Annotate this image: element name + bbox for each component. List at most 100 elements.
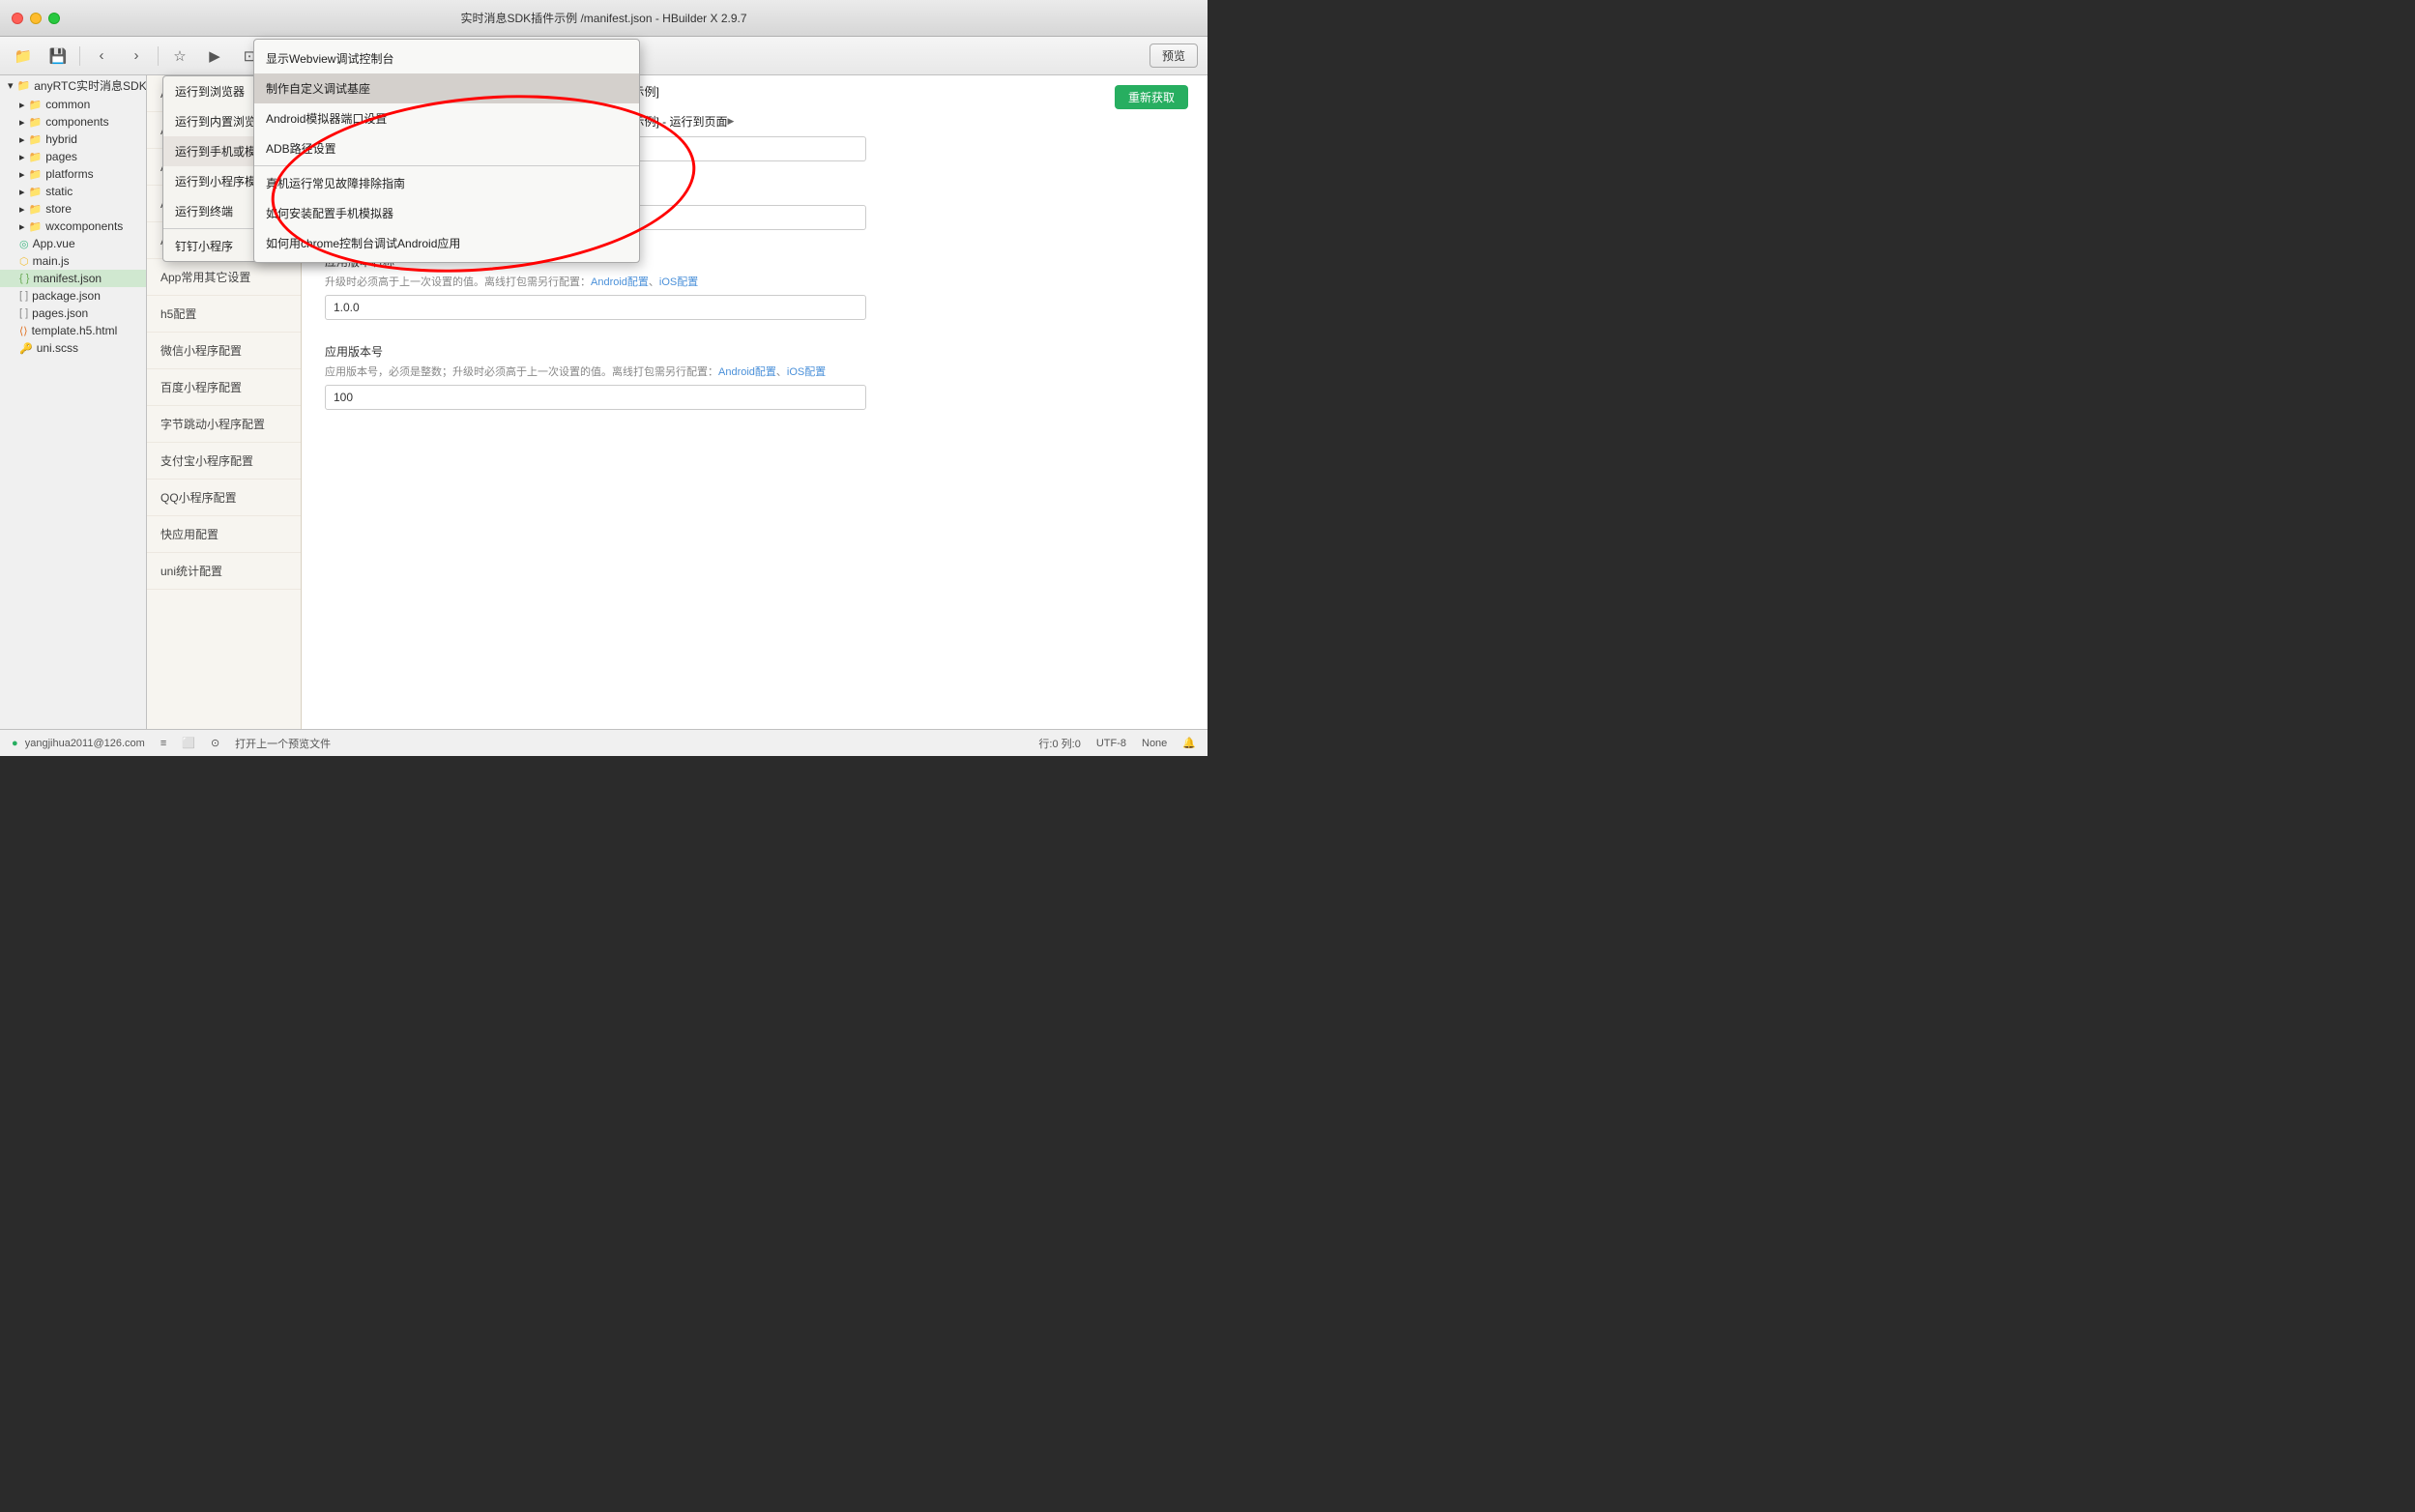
chevron-down-icon: ▾: [8, 79, 14, 92]
settings-btn[interactable]: ⊡: [236, 43, 263, 70]
maximize-button[interactable]: [48, 13, 60, 24]
sidebar-item-common[interactable]: ▸ 📁 common: [0, 96, 146, 113]
preview-button[interactable]: 预览: [1149, 44, 1198, 68]
sidebar-label-wxcomponents: wxcomponents: [45, 219, 123, 233]
config-nav-label-app-permission: App权限配置: [160, 197, 227, 211]
status-icon-2: ⬜: [182, 737, 195, 749]
status-icon-3: ⊙: [211, 737, 219, 749]
folder-icon-static: 📁: [29, 186, 43, 198]
app-version-name-label: 应用版本名称: [325, 253, 1184, 270]
config-nav-bytedance[interactable]: 字节跳动小程序配置: [147, 406, 301, 443]
config-nav-app-native-plugin[interactable]: App原生插件配置: [147, 222, 301, 259]
sidebar-label-pages: pages: [45, 150, 77, 163]
config-nav-app-launch[interactable]: App启动界面配置: [147, 112, 301, 149]
sidebar-item-package-json[interactable]: [ ] package.json: [0, 287, 146, 305]
minimize-button[interactable]: [30, 13, 42, 24]
config-nav-app-permission[interactable]: App权限配置: [147, 186, 301, 222]
toolbar: 📁 💾 ‹ › ☆ ▶ ⊡ 预览: [0, 37, 1208, 75]
app-version-input[interactable]: [325, 385, 866, 410]
back-btn[interactable]: ‹: [88, 43, 115, 70]
sidebar-label-common: common: [45, 98, 90, 111]
sidebar-label-components: components: [45, 115, 108, 129]
run-btn[interactable]: ▶: [201, 43, 228, 70]
status-user: ● yangjihua2011@126.com: [12, 738, 145, 749]
file-icon-pages: [ ]: [19, 307, 28, 319]
sidebar-label-platforms: platforms: [45, 167, 93, 181]
app-version-name-input[interactable]: [325, 295, 866, 320]
window-controls: [12, 13, 60, 24]
config-nav-quickapp[interactable]: 快应用配置: [147, 516, 301, 553]
refresh-button[interactable]: 重新获取: [1115, 85, 1188, 109]
app-name-sublabel: 离线打包需另行配置：Android配置、iOS配置: [325, 115, 1184, 131]
android-link[interactable]: Android配置: [431, 118, 489, 130]
app-version-sublabel: 应用版本号，必须是整数；升级时必须高于上一次设置的值。离线打包需另行配置：And…: [325, 363, 1184, 379]
status-line-col: 行:0 列:0: [1038, 736, 1080, 751]
app-name-input[interactable]: [325, 136, 866, 161]
config-nav-label-bytedance: 字节跳动小程序配置: [160, 418, 265, 431]
config-nav-app-module[interactable]: App模块配置: [147, 149, 301, 186]
sidebar-item-manifest-json[interactable]: { } manifest.json: [0, 270, 146, 287]
status-open-file[interactable]: 打开上一个预览文件: [235, 736, 331, 751]
scss-file-icon: 🔑: [19, 342, 33, 355]
status-list-icon: ≡: [160, 738, 166, 749]
sidebar-item-pages[interactable]: ▸ 📁 pages: [0, 148, 146, 165]
sidebar-label-store: store: [45, 202, 72, 216]
sidebar-label-main-js: main.js: [33, 254, 70, 268]
sidebar-item-platforms[interactable]: ▸ 📁 platforms: [0, 165, 146, 183]
app-desc-section: 应用描述: [325, 185, 1184, 230]
app-version-section: 应用版本号 应用版本号，必须是整数；升级时必须高于上一次设置的值。离线打包需另行…: [325, 343, 1184, 410]
config-nav-h5[interactable]: h5配置: [147, 296, 301, 333]
sidebar-item-main-js[interactable]: ⬡ main.js: [0, 252, 146, 270]
forward-btn[interactable]: ›: [123, 43, 150, 70]
chevron-right-icon-2: ▸: [19, 116, 25, 129]
status-line-ending: None: [1142, 738, 1167, 749]
chevron-right-icon-7: ▸: [19, 203, 25, 216]
sidebar-label-template-html: template.h5.html: [32, 324, 118, 337]
toolbar-separator-2: [158, 46, 159, 66]
sidebar-item-app-vue[interactable]: ◎ App.vue: [0, 235, 146, 252]
config-nav-alipay[interactable]: 支付宝小程序配置: [147, 443, 301, 480]
sidebar-item-static[interactable]: ▸ 📁 static: [0, 183, 146, 200]
file-tree: ▾ 📁 anyRTC实时消息SDK插件示例 ▸ 📁 common ▸ 📁 com…: [0, 75, 147, 729]
folder-icon-wxcomponents: 📁: [29, 220, 43, 233]
folder-icon: 📁: [17, 79, 31, 92]
config-nav-app-other[interactable]: App常用其它设置: [147, 259, 301, 296]
config-nav-label-app-icon: App图标配置: [160, 87, 227, 101]
config-nav-label-app-module: App模块配置: [160, 160, 227, 174]
sidebar-item-components[interactable]: ▸ 📁 components: [0, 113, 146, 131]
sidebar-item-wxcomponents[interactable]: ▸ 📁 wxcomponents: [0, 218, 146, 235]
config-nav-baidu[interactable]: 百度小程序配置: [147, 369, 301, 406]
statusbar: ● yangjihua2011@126.com ≡ ⬜ ⊙ 打开上一个预览文件 …: [0, 729, 1208, 756]
folder-icon-common: 📁: [29, 99, 43, 111]
folder-icon-store: 📁: [29, 203, 43, 216]
config-nav-wechat[interactable]: 微信小程序配置: [147, 333, 301, 369]
vue-file-icon: ◎: [19, 238, 29, 250]
config-nav-label-baidu: 百度小程序配置: [160, 381, 242, 394]
chevron-right-icon-4: ▸: [19, 151, 25, 163]
sidebar-label-package-json: package.json: [32, 289, 101, 303]
app-desc-input[interactable]: [325, 205, 866, 230]
sidebar-item-uni-scss[interactable]: 🔑 uni.scss: [0, 339, 146, 357]
status-encoding: UTF-8: [1096, 738, 1126, 749]
ios-link[interactable]: iOS配置: [500, 118, 538, 130]
sidebar-item-pages-json[interactable]: [ ] pages.json: [0, 305, 146, 322]
sidebar-item-hybrid[interactable]: ▸ 📁 hybrid: [0, 131, 146, 148]
sidebar-label-uni-scss: uni.scss: [37, 341, 78, 355]
tree-root[interactable]: ▾ 📁 anyRTC实时消息SDK插件示例: [0, 75, 146, 96]
html-file-icon: ⟨⟩: [19, 325, 28, 337]
bookmark-btn[interactable]: ☆: [166, 43, 193, 70]
sidebar-item-template-html[interactable]: ⟨⟩ template.h5.html: [0, 322, 146, 339]
app-version-name-section: 应用版本名称 升级时必须高于上一次设置的值。离线打包需另行配置：Android配…: [325, 253, 1184, 320]
file-explorer-btn[interactable]: 📁: [10, 43, 37, 70]
sidebar-item-store[interactable]: ▸ 📁 store: [0, 200, 146, 218]
statusbar-right: 行:0 列:0 UTF-8 None 🔔: [1038, 736, 1196, 751]
save-btn[interactable]: 💾: [44, 43, 72, 70]
config-nav-qq[interactable]: QQ小程序配置: [147, 480, 301, 516]
chevron-right-icon-3: ▸: [19, 133, 25, 146]
chevron-right-icon-5: ▸: [19, 168, 25, 181]
sidebar-label-app-vue: App.vue: [33, 237, 75, 250]
folder-icon-platforms: 📁: [29, 168, 43, 181]
config-nav-app-icon[interactable]: App图标配置: [147, 75, 301, 112]
config-nav-uni-stats[interactable]: uni统计配置: [147, 553, 301, 590]
close-button[interactable]: [12, 13, 23, 24]
